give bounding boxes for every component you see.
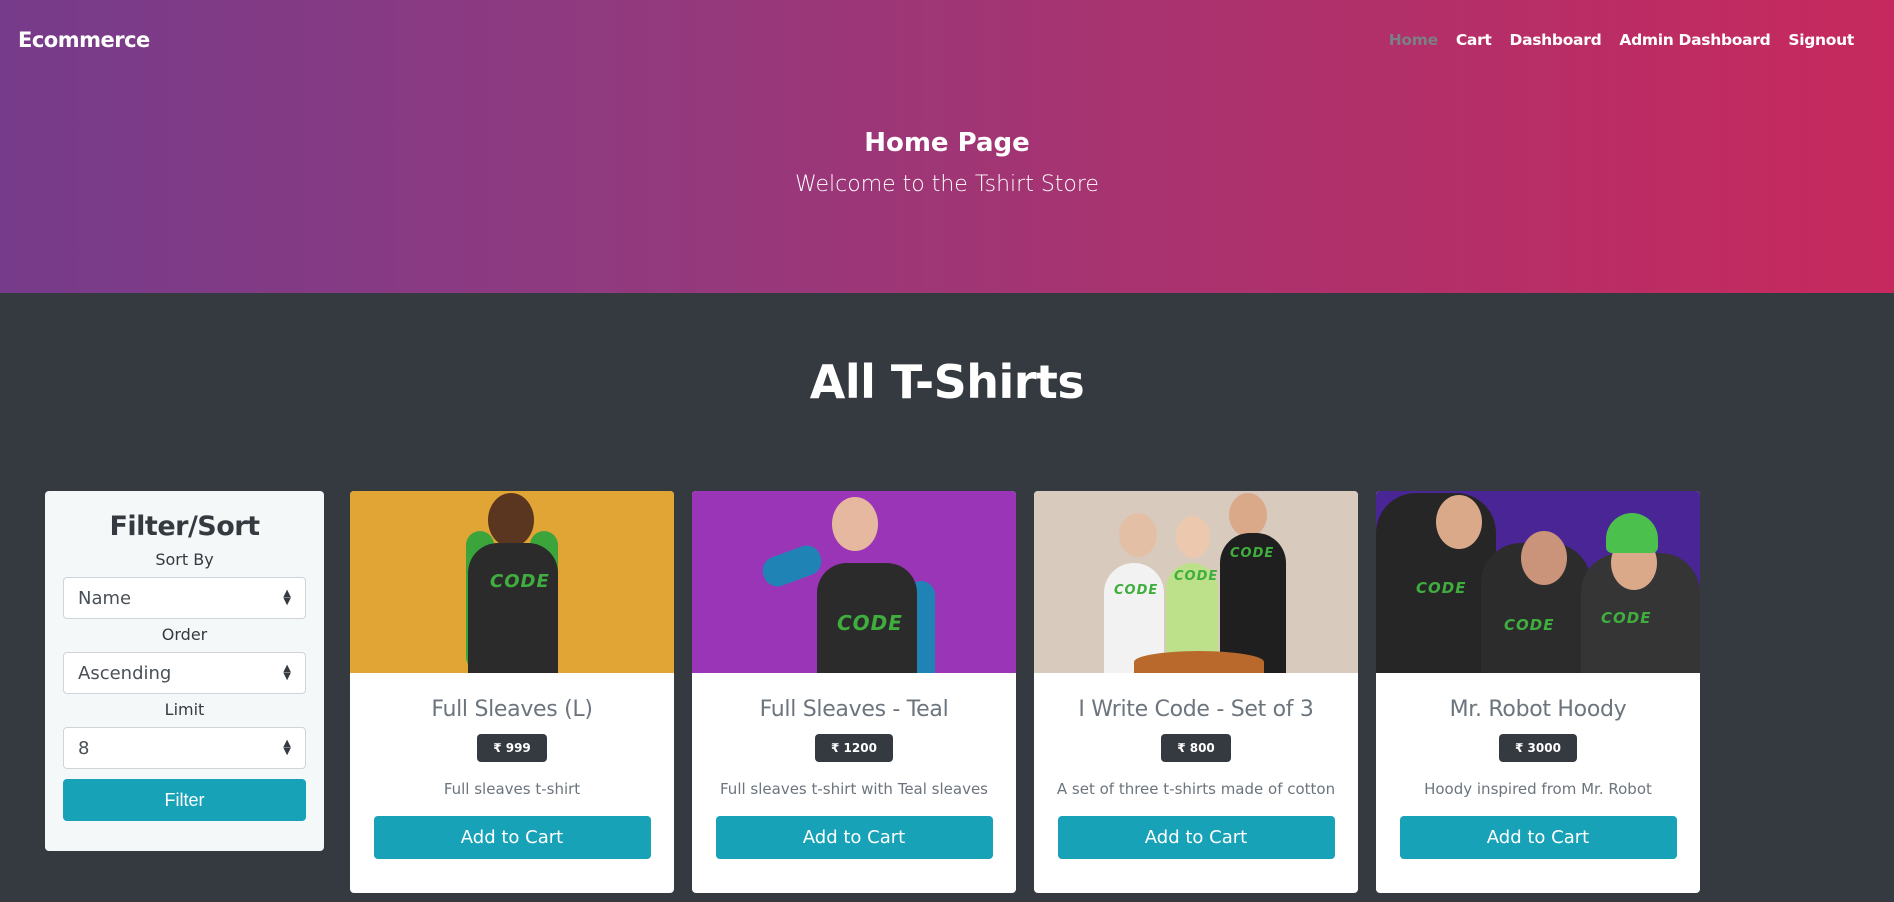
- code-print: CODE: [1504, 616, 1555, 634]
- select-arrows-icon: ▲ ▼: [283, 663, 291, 682]
- nav-signout[interactable]: Signout: [1788, 31, 1854, 49]
- product-card: CODE Full Sleaves (L) ₹ 999 Full sleaves…: [350, 491, 674, 893]
- code-print: CODE: [1114, 583, 1159, 598]
- price-badge: ₹ 1200: [815, 734, 893, 762]
- turkey-dish: [1134, 651, 1264, 673]
- filter-sort-panel: Filter/Sort Sort By Name ▲ ▼ Order Ascend…: [45, 491, 324, 851]
- hero-banner: Ecommerce Home Cart Dashboard Admin Dash…: [0, 0, 1894, 293]
- select-arrows-icon: ▲ ▼: [283, 588, 291, 607]
- add-to-cart-button[interactable]: Add to Cart: [373, 816, 651, 859]
- product-image: CODE CODE CODE: [1376, 491, 1700, 673]
- page-subtitle: Welcome to the Tshirt Store: [795, 172, 1099, 197]
- product-description: Full sleaves t-shirt with Teal sleaves: [720, 780, 988, 798]
- add-to-cart-button[interactable]: Add to Cart: [1057, 816, 1335, 859]
- nav-links: Home Cart Dashboard Admin Dashboard Sign…: [1389, 31, 1855, 49]
- product-name: Full Sleaves - Teal: [759, 697, 949, 722]
- product-card: CODE CODE CODE I Write Code - Set of 3 ₹…: [1034, 491, 1358, 893]
- code-print: CODE: [1416, 579, 1467, 597]
- limit-value: 8: [78, 737, 90, 759]
- limit-label: Limit: [164, 700, 205, 719]
- nav-dashboard[interactable]: Dashboard: [1510, 31, 1602, 49]
- green-beanie: [1606, 513, 1658, 553]
- navbar: Ecommerce Home Cart Dashboard Admin Dash…: [0, 0, 1894, 80]
- price-badge: ₹ 800: [1161, 734, 1231, 762]
- product-description: A set of three t-shirts made of cotton: [1056, 780, 1336, 798]
- code-print: CODE: [490, 571, 550, 592]
- nav-home[interactable]: Home: [1389, 31, 1438, 49]
- add-to-cart-button[interactable]: Add to Cart: [715, 816, 993, 859]
- price-badge: ₹ 3000: [1499, 734, 1577, 762]
- product-card: CODE Full Sleaves - Teal ₹ 1200 Full sle…: [692, 491, 1016, 893]
- order-label: Order: [161, 625, 208, 644]
- product-name: I Write Code - Set of 3: [1078, 697, 1314, 722]
- product-description: Hoody inspired from Mr. Robot: [1424, 780, 1652, 798]
- order-select[interactable]: Ascending ▲ ▼: [63, 652, 306, 694]
- code-print: CODE: [1230, 546, 1275, 561]
- product-image: CODE: [350, 491, 674, 673]
- page-title: Home Page: [864, 128, 1030, 158]
- product-card: CODE CODE CODE Mr. Robot Hoody ₹ 3000 Ho…: [1376, 491, 1700, 893]
- brand-logo[interactable]: Ecommerce: [18, 28, 150, 52]
- sort-by-value: Name: [78, 587, 132, 609]
- code-print: CODE: [1601, 609, 1652, 627]
- sort-by-select[interactable]: Name ▲ ▼: [63, 577, 306, 619]
- product-name: Full Sleaves (L): [431, 697, 593, 722]
- nav-admin-dashboard[interactable]: Admin Dashboard: [1619, 31, 1770, 49]
- select-arrows-icon: ▲ ▼: [283, 738, 291, 757]
- filter-button[interactable]: Filter: [63, 779, 306, 821]
- nav-cart[interactable]: Cart: [1456, 31, 1492, 49]
- section-title: All T-Shirts: [809, 355, 1085, 409]
- product-image: CODE: [692, 491, 1016, 673]
- code-print: CODE: [837, 611, 903, 635]
- product-image: CODE CODE CODE: [1034, 491, 1358, 673]
- code-print: CODE: [1174, 569, 1219, 584]
- price-badge: ₹ 999: [477, 734, 547, 762]
- product-name: Mr. Robot Hoody: [1449, 697, 1627, 722]
- limit-select[interactable]: 8 ▲ ▼: [63, 727, 306, 769]
- order-value: Ascending: [78, 662, 172, 684]
- product-description: Full sleaves t-shirt: [443, 780, 581, 798]
- filter-title: Filter/Sort: [109, 511, 260, 542]
- add-to-cart-button[interactable]: Add to Cart: [1399, 816, 1677, 859]
- sort-by-label: Sort By: [155, 550, 214, 569]
